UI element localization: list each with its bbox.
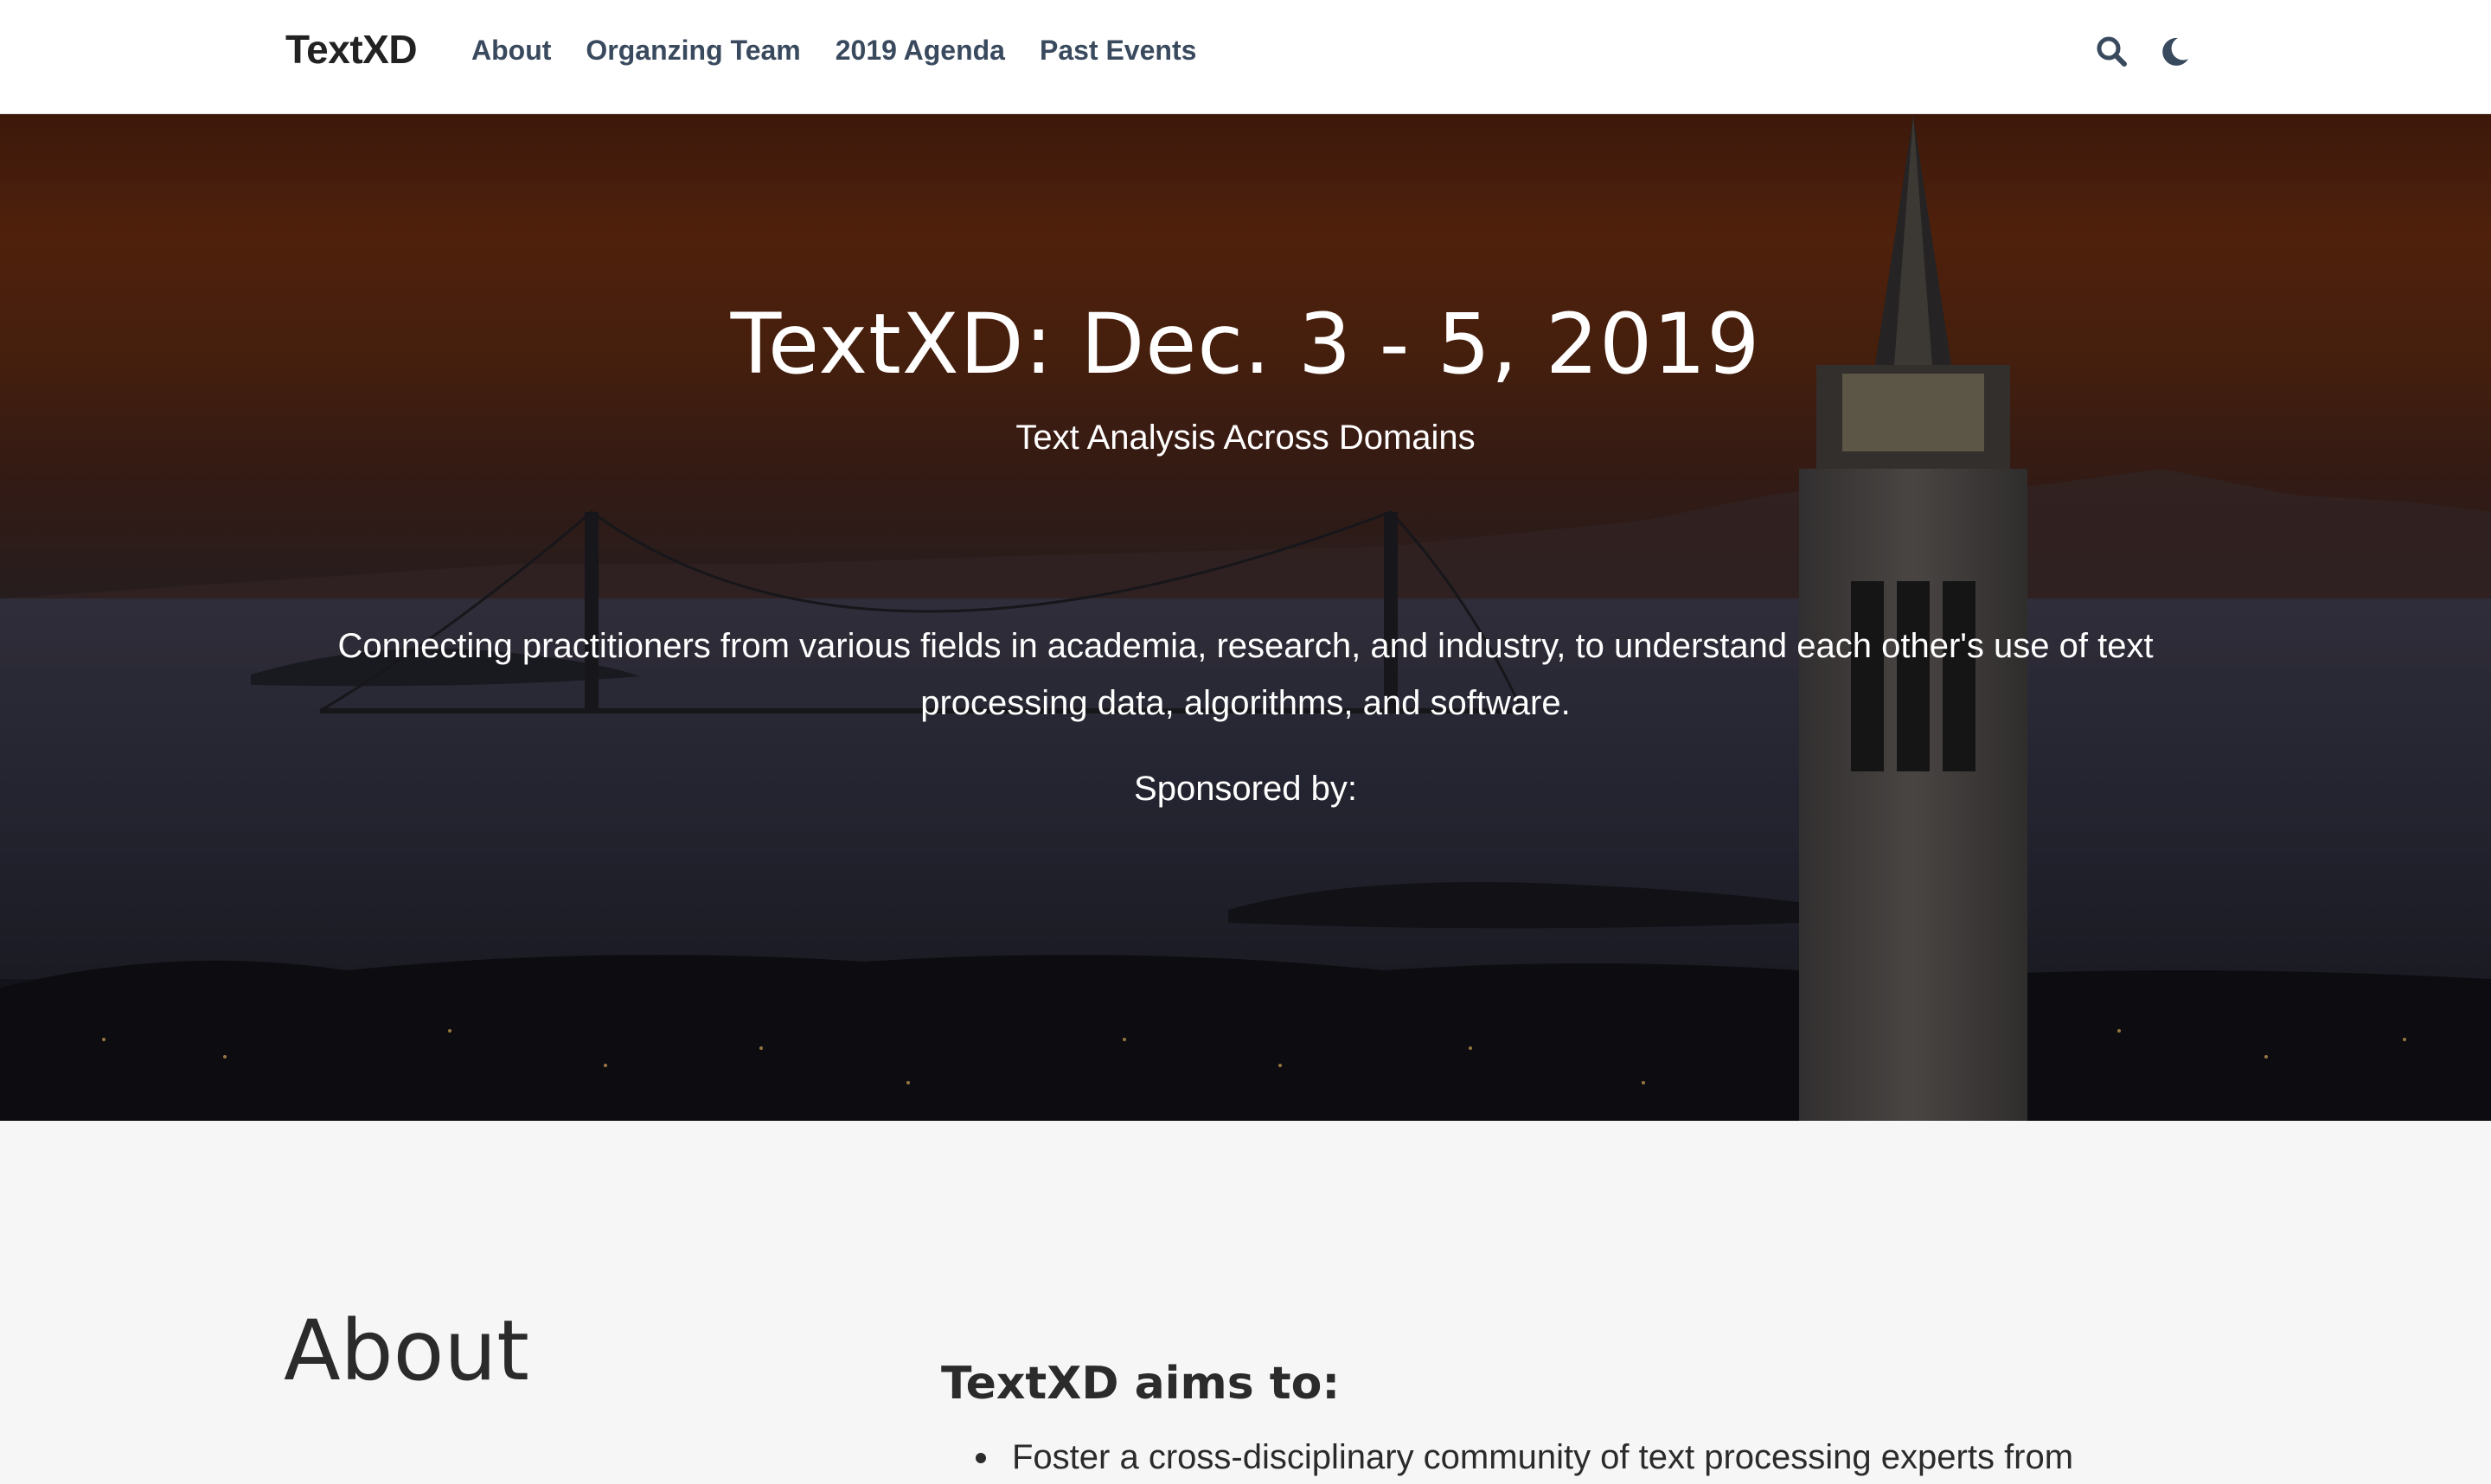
aims-list: Foster a cross-disciplinary community of… <box>976 1434 2073 1481</box>
search-icon[interactable] <box>2093 33 2131 71</box>
hero-description: Connecting practitioners from various fi… <box>337 627 2154 722</box>
hero-title: TextXD: Dec. 3 - 5, 2019 <box>730 296 1761 393</box>
nav-links: About Organzing Team 2019 Agenda Past Ev… <box>471 35 1196 67</box>
nav-link-2019-agenda[interactable]: 2019 Agenda <box>836 35 1005 67</box>
nav-link-past-events[interactable]: Past Events <box>1040 35 1196 67</box>
hero-subtitle: Text Analysis Across Domains <box>1015 419 1476 457</box>
nav-link-about[interactable]: About <box>471 35 551 67</box>
site-brand-link[interactable]: TextXD <box>285 26 418 73</box>
about-heading: About <box>284 1302 529 1399</box>
hero-banner: TextXD: Dec. 3 - 5, 2019 Text Analysis A… <box>0 114 2491 1121</box>
aims-list-item: Foster a cross-disciplinary community of… <box>976 1434 2073 1481</box>
moon-icon[interactable] <box>2155 33 2193 71</box>
sponsored-by-label: Sponsored by: <box>1134 770 1357 808</box>
about-section: About TextXD aims to: Foster a cross-dis… <box>0 1121 2491 1484</box>
aims-heading: TextXD aims to: <box>941 1358 1341 1410</box>
top-navbar: TextXD About Organzing Team 2019 Agenda … <box>0 0 2491 114</box>
nav-link-organizing-team[interactable]: Organzing Team <box>586 35 800 67</box>
